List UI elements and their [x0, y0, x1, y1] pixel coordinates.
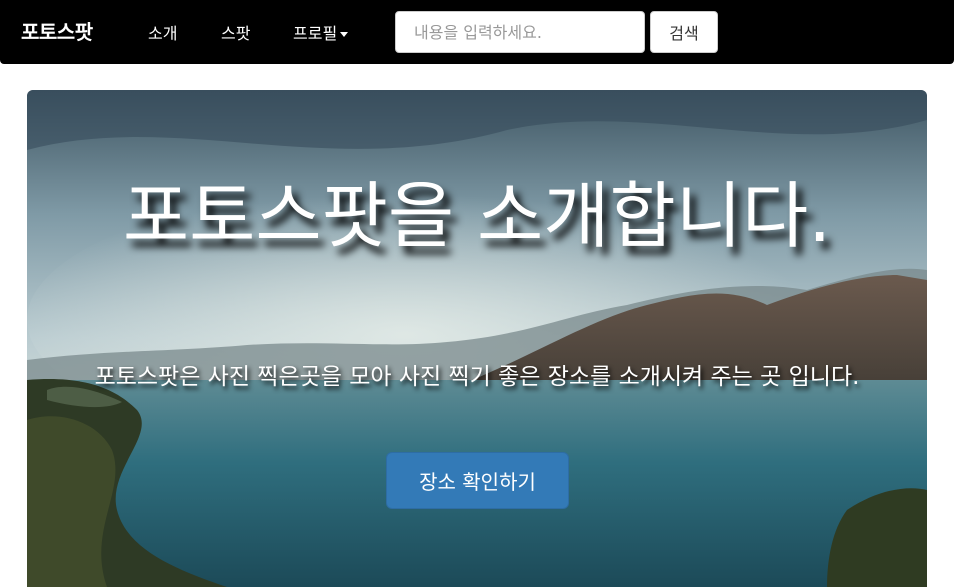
hero-jumbotron: 포토스팟을 소개합니다. 포토스팟은 사진 찍은곳을 모아 사진 찍기 좋은 장…: [27, 90, 927, 587]
brand-logo[interactable]: 포토스팟: [21, 16, 93, 45]
search-input[interactable]: [395, 11, 645, 53]
nav-item-profile-label: 프로필: [293, 24, 338, 43]
view-places-button[interactable]: 장소 확인하기: [386, 452, 569, 509]
caret-down-icon: [340, 32, 349, 37]
nav-item-spot[interactable]: 스팟: [221, 20, 250, 44]
hero-title: 포토스팟을 소개합니다.: [122, 174, 832, 258]
nav-item-profile-dropdown[interactable]: 프로필: [293, 20, 349, 44]
top-navbar: 포토스팟 소개 스팟 프로필 검색: [0, 0, 954, 64]
hero-background-image: [27, 90, 927, 587]
nav-item-intro[interactable]: 소개: [148, 20, 177, 44]
search-button[interactable]: 검색: [650, 11, 718, 53]
hero-subtitle: 포토스팟은 사진 찍은곳을 모아 사진 찍기 좋은 장소를 소개시켜 주는 곳 …: [94, 364, 860, 390]
